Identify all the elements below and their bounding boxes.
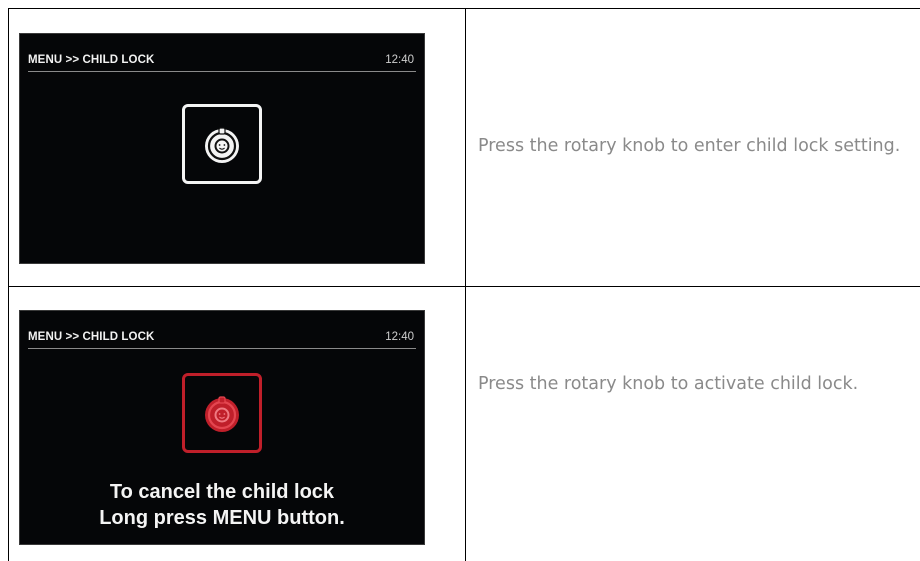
child-lock-option[interactable]	[182, 104, 262, 184]
instruction-table: MENU >> CHILD LOCK 12:40 Press the rotar…	[0, 0, 920, 561]
child-lock-option-active[interactable]	[182, 373, 262, 453]
menu-breadcrumb: MENU >> CHILD LOCK	[28, 54, 155, 66]
table-border-top	[8, 8, 920, 9]
table-border-left	[8, 8, 9, 561]
device-screen-activate-lock: MENU >> CHILD LOCK 12:40 To cancel the c…	[19, 310, 425, 545]
screen-header: MENU >> CHILD LOCK 12:40	[28, 53, 416, 72]
child-lock-icon	[205, 127, 239, 163]
table-row-divider	[8, 286, 920, 287]
step-description: Press the rotary knob to enter child loc…	[478, 136, 901, 156]
screen-header: MENU >> CHILD LOCK 12:40	[28, 330, 416, 349]
step-description: Press the rotary knob to activate child …	[478, 374, 859, 394]
child-lock-icon	[205, 396, 239, 432]
device-screen-enter-setting: MENU >> CHILD LOCK 12:40	[19, 33, 425, 264]
cancel-instruction-line1: To cancel the child lock	[109, 481, 335, 503]
table-column-divider	[465, 8, 466, 561]
clock: 12:40	[385, 54, 414, 66]
cancel-instruction-line2: Long press MENU button.	[99, 507, 345, 529]
menu-breadcrumb: MENU >> CHILD LOCK	[28, 331, 155, 343]
clock: 12:40	[385, 331, 414, 343]
